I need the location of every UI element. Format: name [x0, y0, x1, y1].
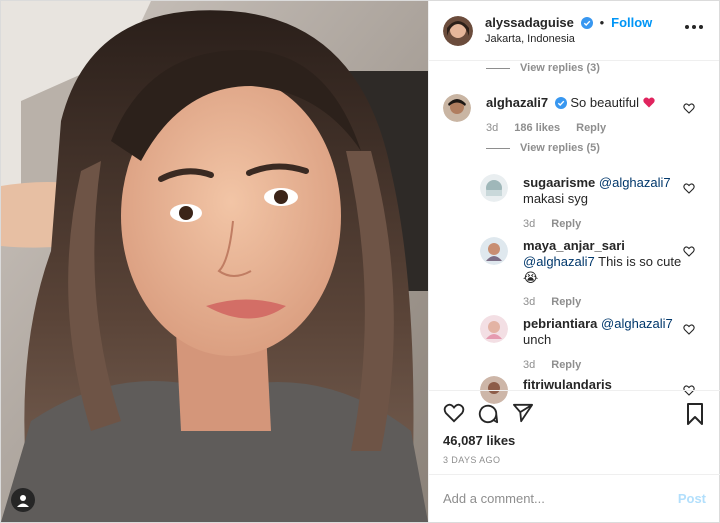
post-date[interactable]: 3 DAYS AGO	[443, 455, 500, 465]
reply-time[interactable]: 3d	[523, 359, 535, 371]
post-side-panel: alyssadaguise • Follow Jakarta, Indonesi…	[428, 1, 720, 522]
reply-text: This is so cute	[598, 254, 682, 269]
reply-button[interactable]: Reply	[551, 296, 581, 308]
reply-comment: sugaarisme @alghazali7 makasi syg	[523, 175, 671, 207]
comment-composer: Post	[429, 474, 720, 522]
reply-meta: 3d Reply	[523, 218, 581, 230]
reply-text: makasi syg	[523, 191, 589, 206]
verified-badge-icon	[580, 16, 593, 32]
reply-comment: pebriantiara @alghazali7 unch	[523, 316, 673, 348]
reply-mention[interactable]: @alghazali7	[601, 316, 673, 331]
crying-emoji: 😭	[523, 270, 539, 285]
heart-icon[interactable]	[443, 403, 465, 426]
like-count[interactable]: 46,087 likes	[443, 433, 515, 448]
reply-button[interactable]: Reply	[551, 218, 581, 230]
reply-username[interactable]: pebriantiara	[523, 316, 597, 331]
like-comment-heart-icon[interactable]	[683, 322, 695, 338]
post-comment-button[interactable]: Post	[678, 491, 706, 506]
comment-meta: 3d 186 likes Reply	[486, 122, 606, 134]
follow-button[interactable]: Follow	[611, 15, 652, 30]
reply-avatar[interactable]	[480, 315, 508, 343]
reply-avatar[interactable]	[480, 174, 508, 202]
reply-avatar[interactable]	[480, 237, 508, 265]
like-comment-heart-icon[interactable]	[683, 101, 695, 117]
comment-username[interactable]: alghazali7	[486, 95, 548, 110]
reply-meta: 3d Reply	[523, 359, 581, 371]
red-heart-emoji-icon	[643, 95, 655, 110]
post-location[interactable]: Jakarta, Indonesia	[485, 32, 652, 47]
view-replies-line	[486, 148, 510, 149]
reply-mention[interactable]: @alghazali7	[599, 175, 671, 190]
post-modal: alyssadaguise • Follow Jakarta, Indonesi…	[0, 0, 720, 523]
reply-meta: 3d Reply	[523, 296, 581, 308]
view-replies-line	[486, 68, 510, 69]
reply-time[interactable]: 3d	[523, 296, 535, 308]
share-icon[interactable]	[512, 403, 534, 426]
more-options-icon[interactable]	[685, 25, 703, 29]
view-replies-top[interactable]: View replies (3)	[520, 62, 600, 74]
selfie-image	[1, 1, 428, 522]
verified-badge-icon	[554, 97, 567, 113]
view-replies-toggle[interactable]: View replies (5)	[520, 142, 600, 154]
author-username[interactable]: alyssadaguise	[485, 15, 574, 30]
reply-username[interactable]: sugaarisme	[523, 175, 595, 190]
comment-text: So beautiful	[570, 95, 640, 110]
comment-input[interactable]	[443, 491, 678, 506]
comment-time[interactable]: 3d	[486, 122, 498, 134]
reply-time[interactable]: 3d	[523, 218, 535, 230]
separator-dot: •	[599, 14, 605, 30]
comment-likes[interactable]: 186 likes	[514, 122, 560, 134]
reply-mention[interactable]: @alghazali7	[523, 254, 595, 269]
reply-text: unch	[523, 332, 552, 347]
main-comment: alghazali7 So beautiful	[486, 95, 655, 113]
author-avatar[interactable]	[443, 15, 473, 46]
reply-username[interactable]: maya_anjar_sari	[523, 238, 625, 253]
user-tag-icon[interactable]	[11, 488, 35, 512]
reply-comment: maya_anjar_sari @alghazali7 This is so c…	[523, 238, 681, 286]
bookmark-icon[interactable]	[686, 403, 704, 428]
reply-button[interactable]: Reply	[551, 359, 581, 371]
like-comment-heart-icon[interactable]	[683, 244, 695, 260]
reply-button[interactable]: Reply	[576, 122, 606, 134]
commenter-avatar[interactable]	[443, 94, 471, 122]
like-comment-heart-icon[interactable]	[683, 181, 695, 197]
post-header: alyssadaguise • Follow Jakarta, Indonesi…	[429, 1, 719, 61]
comment-icon[interactable]	[477, 403, 499, 428]
post-photo[interactable]	[1, 1, 428, 522]
